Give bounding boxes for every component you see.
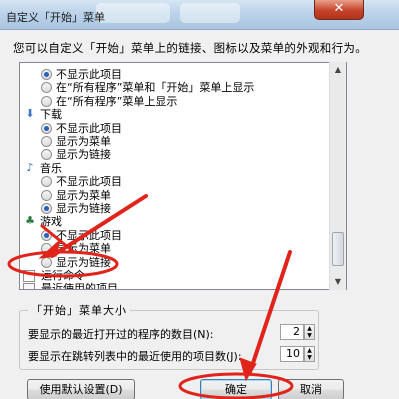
list-item-label: 显示为链接 — [56, 148, 111, 162]
options-list[interactable]: 不显示此项目 在“所有程序”菜单和「开始」菜单上显示 在“所有程序”菜单上显示 ⬇ 下载… — [19, 62, 347, 290]
list-item[interactable]: 在“所有程序”菜单上显示 — [20, 95, 346, 108]
window-title: 自定义「开始」菜单 — [6, 11, 105, 24]
title-bar: 自定义「开始」菜单 ✕ — [0, 0, 399, 30]
download-folder-icon: ⬇ — [25, 107, 35, 121]
radio-button[interactable] — [41, 229, 52, 241]
recent-programs-label: 要显示的最近打开过的程序的数目(N): — [28, 328, 214, 341]
jumplist-items-stepper[interactable]: ▲ ▼ — [304, 346, 315, 362]
list-item-label: 游戏 — [40, 215, 62, 229]
list-item[interactable]: 显示为菜单 — [20, 189, 346, 202]
recent-programs-stepper[interactable]: ▲ ▼ — [304, 324, 315, 340]
radio-button[interactable] — [41, 203, 52, 214]
list-item-label: 显示为链接 — [56, 255, 111, 269]
list-item[interactable]: 最近使用的项目 — [20, 282, 346, 290]
list-item[interactable]: 显示为菜单 — [20, 242, 346, 255]
list-item-label: 在“所有程序”菜单上显示 — [56, 94, 178, 108]
list-item[interactable]: 在“所有程序”菜单和「开始」菜单上显示 — [20, 81, 346, 94]
list-item-label: 不显示此项目 — [56, 68, 122, 81]
music-folder-icon: ♪ — [26, 160, 34, 174]
scroll-up-arrow-icon[interactable]: ▲ — [330, 62, 346, 78]
title-blur — [180, 3, 240, 23]
cancel-button[interactable]: 取消 — [278, 379, 344, 399]
list-item-label: 显示为菜单 — [56, 242, 111, 256]
jumplist-items-input[interactable]: 10 — [280, 346, 304, 362]
games-folder-icon: ♣ — [25, 214, 35, 228]
close-icon[interactable]: ✕ — [334, 1, 345, 16]
list-item[interactable]: 运行命令 — [20, 269, 346, 282]
list-item-label: 在“所有程序”菜单和「开始」菜单上显示 — [56, 81, 255, 95]
radio-button[interactable] — [41, 95, 52, 107]
ok-button[interactable]: 确定 — [200, 379, 272, 399]
jumplist-items-label: 要显示在跳转列表中的最近使用的项目数(J): — [28, 350, 242, 363]
list-item-label: 显示为菜单 — [56, 188, 111, 202]
list-item-label: 下载 — [40, 108, 62, 122]
title-blur — [96, 3, 170, 23]
use-defaults-button[interactable]: 使用默认设置(D) — [27, 379, 135, 399]
group-title: 「开始」菜单大小 — [28, 302, 130, 318]
list-item-label: 不显示此项目 — [56, 121, 122, 135]
radio-button[interactable] — [41, 243, 52, 255]
list-item[interactable]: 不显示此项目 — [20, 122, 346, 135]
list-item[interactable]: 显示为菜单 — [20, 135, 346, 148]
list-item[interactable]: 显示为链接 — [20, 148, 346, 161]
close-button[interactable]: ✕ — [314, 0, 364, 20]
list-scrollbar[interactable]: ▲ ▼ — [329, 62, 346, 290]
list-item[interactable]: ♪ 音乐 — [20, 160, 346, 175]
scroll-down-arrow-icon[interactable]: ▼ — [330, 274, 346, 290]
list-item-label: 显示为链接 — [56, 202, 111, 215]
recent-programs-input[interactable]: 2 — [280, 324, 304, 340]
list-item-label: 不显示此项目 — [56, 175, 122, 189]
checkbox[interactable] — [23, 270, 35, 282]
checkbox[interactable] — [23, 283, 35, 289]
radio-button[interactable] — [41, 122, 52, 134]
list-item[interactable]: 不显示此项目 — [20, 175, 346, 188]
description-text: 您可以自定义「开始」菜单上的链接、图标以及菜单的外观和行为。 — [13, 41, 367, 55]
list-item-label: 不显示此项目 — [56, 228, 122, 242]
list-item[interactable]: 不显示此项目 — [20, 229, 346, 242]
radio-button[interactable] — [41, 69, 52, 80]
list-item[interactable]: ⬇ 下载 — [20, 107, 346, 122]
list-item-label: 显示为菜单 — [56, 135, 111, 148]
radio-button[interactable] — [41, 136, 52, 147]
list-item[interactable]: ♣ 游戏 — [20, 214, 346, 229]
list-item[interactable]: 不显示此项目 — [20, 68, 346, 81]
radio-button[interactable] — [41, 256, 52, 268]
radio-button[interactable] — [41, 82, 52, 94]
list-item-label: 运行命令 — [41, 269, 85, 282]
list-item[interactable]: 显示为链接 — [20, 202, 346, 215]
radio-button[interactable] — [41, 189, 52, 201]
scroll-thumb[interactable] — [332, 232, 344, 266]
radio-button[interactable] — [41, 149, 52, 161]
radio-button[interactable] — [41, 176, 52, 188]
list-item-label: 音乐 — [40, 161, 62, 175]
list-item[interactable]: 显示为链接 — [20, 256, 346, 269]
list-item-label: 最近使用的项目 — [41, 282, 118, 290]
